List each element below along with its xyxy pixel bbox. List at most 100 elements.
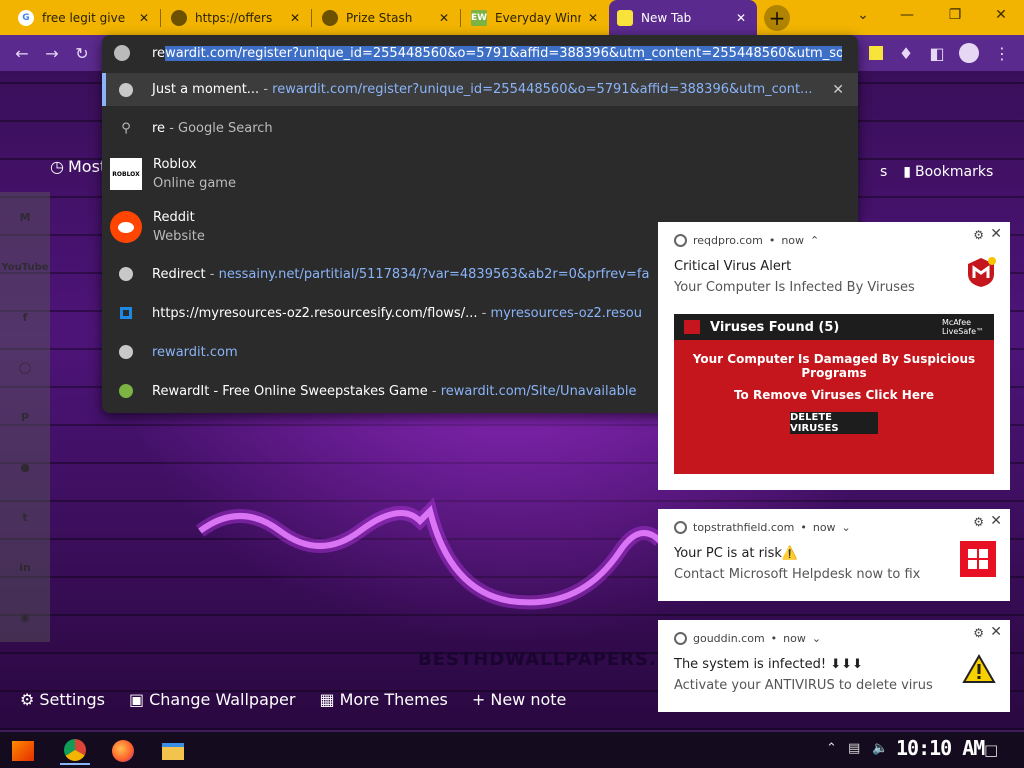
taskbar: ⌃ ▤ 🔈 10:10 AM □ <box>0 730 1024 768</box>
side-panel-button[interactable]: ◧ <box>925 41 949 65</box>
tab-separator <box>160 9 161 27</box>
menu-button[interactable]: ⋮ <box>990 41 1014 65</box>
twitter-icon[interactable]: ● <box>8 450 42 484</box>
neon-sign <box>195 497 665 610</box>
pinterest-icon[interactable]: P <box>8 400 42 434</box>
remove-suggestion-button[interactable]: ✕ <box>832 82 844 98</box>
suggestion-just-a-moment[interactable]: Just a moment... - rewardit.com/register… <box>102 73 858 106</box>
network-icon[interactable]: ▤ <box>848 741 860 756</box>
chrome-icon <box>674 234 687 247</box>
reddit-social-icon[interactable]: ◉ <box>8 600 42 634</box>
chevron-down-icon: ⌄ <box>857 7 869 23</box>
close-icon[interactable]: ✕ <box>585 10 601 26</box>
extension-button[interactable] <box>864 41 888 65</box>
close-icon[interactable]: ✕ <box>990 624 1002 640</box>
tab-new-tab[interactable]: New Tab ✕ <box>609 0 757 35</box>
linkedin-icon[interactable]: in <box>8 550 42 584</box>
chevron-down-icon[interactable]: ⌄ <box>812 632 821 645</box>
minimize-button[interactable]: — <box>884 0 930 30</box>
folder-icon <box>162 742 184 760</box>
warning-icon <box>962 653 996 688</box>
taskbar-chrome[interactable] <box>60 737 90 765</box>
address-bar[interactable]: rewardit.com/register?unique_id=25544856… <box>102 35 858 71</box>
gear-icon[interactable]: ⚙ <box>973 626 984 640</box>
mcafee-popup-image[interactable]: Viruses Found (5) McAfee LiveSafe™ Your C… <box>674 314 994 474</box>
suggestion-google-search[interactable]: ⚲ re - Google Search <box>102 111 858 145</box>
gear-icon[interactable]: ⚙ <box>973 228 984 242</box>
restore-button[interactable]: ❐ <box>932 0 978 30</box>
mcafee-brand: McAfee LiveSafe™ <box>941 318 984 336</box>
avatar-icon <box>959 43 979 63</box>
tab-prize-stash[interactable]: Prize Stash ✕ <box>314 0 460 35</box>
chevron-up-icon[interactable]: ⌃ <box>826 741 837 756</box>
gmail-icon[interactable]: M <box>8 200 42 234</box>
close-window-button[interactable]: ✕ <box>978 0 1024 30</box>
close-icon[interactable]: ✕ <box>287 10 303 26</box>
notification-body: Activate your ANTIVIRUS to delete virus <box>674 678 933 693</box>
new-tab-button[interactable]: + <box>764 5 790 31</box>
minimize-icon: — <box>900 7 914 23</box>
extensions-button[interactable]: ♦ <box>894 41 918 65</box>
profile-button[interactable] <box>957 41 981 65</box>
notification-topstrathfield[interactable]: topstrathfield.com • now ⌄ ⚙ ✕ Your PC is a… <box>658 509 1010 601</box>
search-icon: ⚲ <box>121 120 131 136</box>
taskbar-file-explorer[interactable] <box>158 737 188 765</box>
chevron-up-icon[interactable]: ⌃ <box>810 234 819 247</box>
taskbar-firefox[interactable] <box>108 737 138 765</box>
settings-button[interactable]: ⚙ Settings <box>20 690 105 709</box>
change-wallpaper-button[interactable]: ▣ Change Wallpaper <box>129 690 296 709</box>
close-icon[interactable]: ✕ <box>436 10 452 26</box>
close-icon[interactable]: ✕ <box>136 10 152 26</box>
volume-icon[interactable]: 🔈 <box>872 741 888 756</box>
reload-button[interactable]: ↻ <box>70 41 94 65</box>
bookmarks-tab[interactable]: s ▮ Bookmarks <box>880 164 993 180</box>
tab-free-legit[interactable]: G free legit give ✕ <box>10 0 160 35</box>
tab-strip: G free legit give ✕ https://offers ✕ Pri… <box>0 0 1024 35</box>
notification-body: Contact Microsoft Helpdesk now to fix <box>674 567 921 582</box>
tumblr-icon[interactable]: t <box>8 500 42 534</box>
tab-separator <box>460 9 461 27</box>
more-themes-button[interactable]: ▦ More Themes <box>319 690 447 709</box>
notification-center-icon[interactable]: □ <box>984 741 998 759</box>
globe-icon <box>118 82 134 98</box>
notification-header: gouddin.com • now ⌄ <box>674 632 821 645</box>
tab-search-button[interactable]: ⌄ <box>840 0 886 30</box>
facebook-icon[interactable]: f <box>8 300 42 334</box>
close-icon[interactable]: ✕ <box>733 10 749 26</box>
autocomplete-text: wardit.com/register?unique_id=255448560&… <box>165 45 842 61</box>
side-panel-icon: ◧ <box>929 43 945 63</box>
rewardit-icon <box>118 383 134 399</box>
plus-icon: + <box>768 6 786 30</box>
back-button[interactable]: ← <box>10 41 34 65</box>
address-input[interactable]: rewardit.com/register?unique_id=25544856… <box>152 45 842 61</box>
reddit-icon <box>110 211 142 243</box>
mcafee-header: Viruses Found (5) McAfee LiveSafe™ <box>674 314 994 340</box>
most-visited-tab[interactable]: ◷ Most <box>50 157 106 176</box>
notification-reqdpro[interactable]: reqdpro.com • now ⌃ ⚙ ✕ Critical Virus Aler… <box>658 222 1010 490</box>
close-icon[interactable]: ✕ <box>990 513 1002 529</box>
arrow-left-icon: ← <box>15 43 29 63</box>
delete-viruses-button[interactable]: DELETE VIRUSES <box>790 412 878 434</box>
new-note-button[interactable]: + New note <box>472 690 567 709</box>
gear-icon[interactable]: ⚙ <box>973 515 984 529</box>
windows-logo-icon <box>960 541 996 581</box>
arrow-right-icon: → <box>45 43 59 63</box>
clock[interactable]: 10:10 AM <box>896 736 985 760</box>
tab-offers[interactable]: https://offers ✕ <box>163 0 311 35</box>
forward-button[interactable]: → <box>40 41 64 65</box>
most-visited-label: Most <box>67 157 107 176</box>
kebab-menu-icon: ⋮ <box>994 43 1010 63</box>
chevron-down-icon[interactable]: ⌄ <box>842 521 851 534</box>
notification-gouddin[interactable]: gouddin.com • now ⌄ ⚙ ✕ The system is infec… <box>658 620 1010 712</box>
notification-title: Your PC is at risk⚠️ <box>674 546 799 561</box>
suggestion-roblox[interactable]: ROBLOX Roblox Online game <box>102 152 858 196</box>
notification-title: The system is infected! ⬇⬇⬇ <box>674 657 863 672</box>
start-icon <box>12 741 34 761</box>
tab-everyday-win[interactable]: EW Everyday Winn ✕ <box>463 0 609 35</box>
start-button[interactable] <box>8 737 38 765</box>
close-icon[interactable]: ✕ <box>990 226 1002 242</box>
extension-yellow-icon <box>869 46 883 60</box>
instagram-icon[interactable]: ◯ <box>8 350 42 384</box>
youtube-icon[interactable]: YouTube <box>1 250 48 284</box>
newtab-icon <box>617 9 633 26</box>
